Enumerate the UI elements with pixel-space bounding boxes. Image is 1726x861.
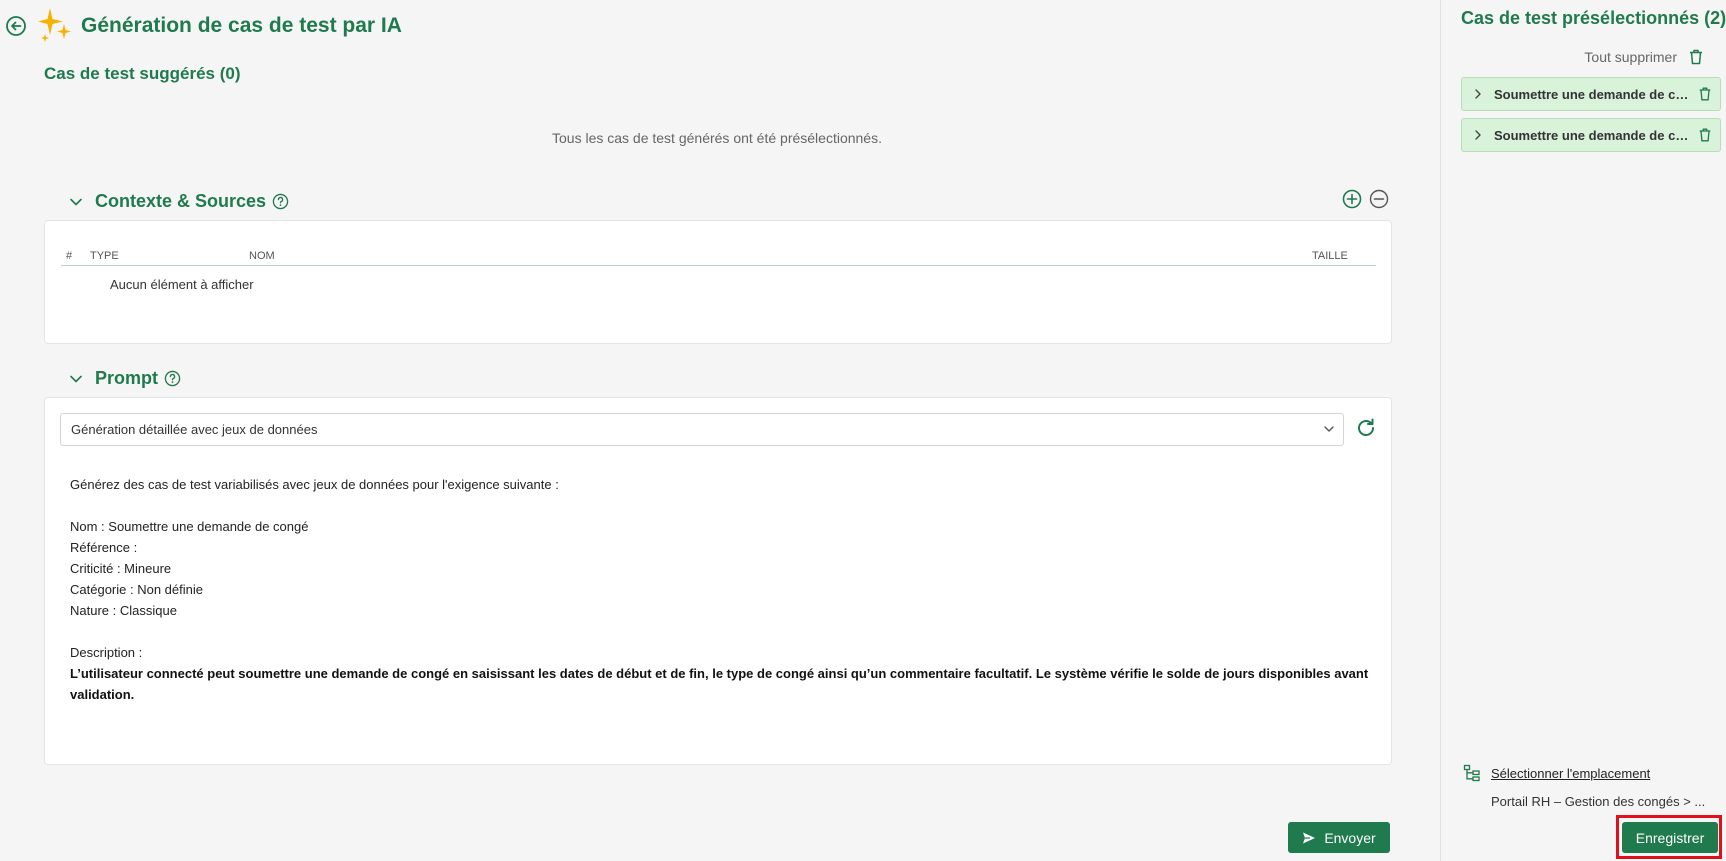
preselected-item[interactable]: Soumettre une demande de congé (1461, 118, 1721, 152)
trash-icon[interactable] (1697, 86, 1713, 102)
preselected-item[interactable]: Soumettre une demande de congé (1461, 77, 1721, 111)
suggested-tests-title: Cas de test suggérés (0) (44, 64, 241, 83)
prompt-description-label: Description : (70, 645, 143, 660)
prompt-section-header[interactable]: Prompt (69, 368, 181, 389)
sources-empty-text: Aucun élément à afficher (110, 277, 254, 292)
prompt-field: Catégorie : Non définie (70, 582, 203, 597)
chevron-right-icon[interactable] (1472, 88, 1484, 100)
select-location-row[interactable]: Sélectionner l'emplacement (1463, 764, 1650, 782)
prompt-field: Nom : Soumettre une demande de congé (70, 519, 309, 534)
send-button[interactable]: Envoyer (1288, 822, 1390, 853)
suggested-empty-message: Tous les cas de test générés ont été pré… (552, 130, 882, 146)
chevron-right-icon[interactable] (1472, 129, 1484, 141)
col-type[interactable]: TYPE (90, 250, 119, 262)
preselected-item-label: Soumettre une demande de congé (1494, 86, 1689, 102)
prompt-template-select[interactable]: Génération détaillée avec jeux de donnée… (60, 413, 1344, 446)
prompt-textarea[interactable]: Générez des cas de test variabilisés ave… (70, 474, 1370, 705)
clear-all-label: Tout supprimer (1584, 49, 1677, 65)
preselected-item-label: Soumettre une demande de congé (1494, 127, 1689, 143)
back-icon[interactable] (5, 15, 27, 37)
prompt-description: L’utilisateur connecté peut soumettre un… (70, 666, 1369, 702)
context-section-header[interactable]: Contexte & Sources (69, 191, 289, 212)
prompt-template-value: Génération détaillée avec jeux de donnée… (71, 422, 318, 437)
trash-icon[interactable] (1697, 127, 1713, 143)
context-section-title: Contexte & Sources (95, 191, 267, 211)
preselected-panel: Cas de test présélectionnés (2) Tout sup… (1440, 0, 1726, 861)
page-title: Génération de cas de test par IA (81, 14, 402, 37)
collapse-all-icon[interactable] (1369, 189, 1389, 209)
prompt-field: Criticité : Mineure (70, 561, 172, 576)
refresh-icon[interactable] (1355, 417, 1377, 439)
clear-all-button[interactable]: Tout supprimer (1584, 48, 1705, 66)
chevron-down-icon[interactable] (69, 195, 83, 209)
prompt-card: Génération détaillée avec jeux de donnée… (44, 397, 1392, 765)
prompt-section-title: Prompt (95, 368, 158, 388)
chevron-down-icon (1324, 426, 1334, 432)
tree-icon (1463, 764, 1480, 782)
prompt-intro: Générez des cas de test variabilisés ave… (70, 477, 559, 492)
prompt-field: Nature : Classique (70, 603, 177, 618)
select-location-link[interactable]: Sélectionner l'emplacement (1491, 766, 1650, 781)
chevron-down-icon[interactable] (69, 372, 83, 386)
context-sources-card: # TYPE NOM TAILLE Aucun élément à affich… (44, 220, 1392, 344)
sources-table-header: # TYPE NOM TAILLE (61, 247, 1376, 266)
send-icon (1303, 832, 1316, 843)
save-button[interactable]: Enregistrer (1622, 822, 1718, 853)
expand-all-icon[interactable] (1342, 189, 1362, 209)
sparkle-icon (38, 6, 76, 44)
col-name[interactable]: NOM (249, 250, 275, 262)
help-icon[interactable] (164, 370, 181, 387)
preselected-title: Cas de test présélectionnés (2) (1461, 8, 1726, 28)
col-num: # (66, 250, 73, 262)
location-path: Portail RH – Gestion des congés > ... (1491, 794, 1706, 809)
send-button-label: Envoyer (1324, 829, 1376, 846)
col-size[interactable]: TAILLE (1312, 250, 1348, 262)
help-icon[interactable] (272, 193, 289, 210)
prompt-field: Référence : (70, 540, 138, 555)
trash-icon (1690, 49, 1702, 65)
